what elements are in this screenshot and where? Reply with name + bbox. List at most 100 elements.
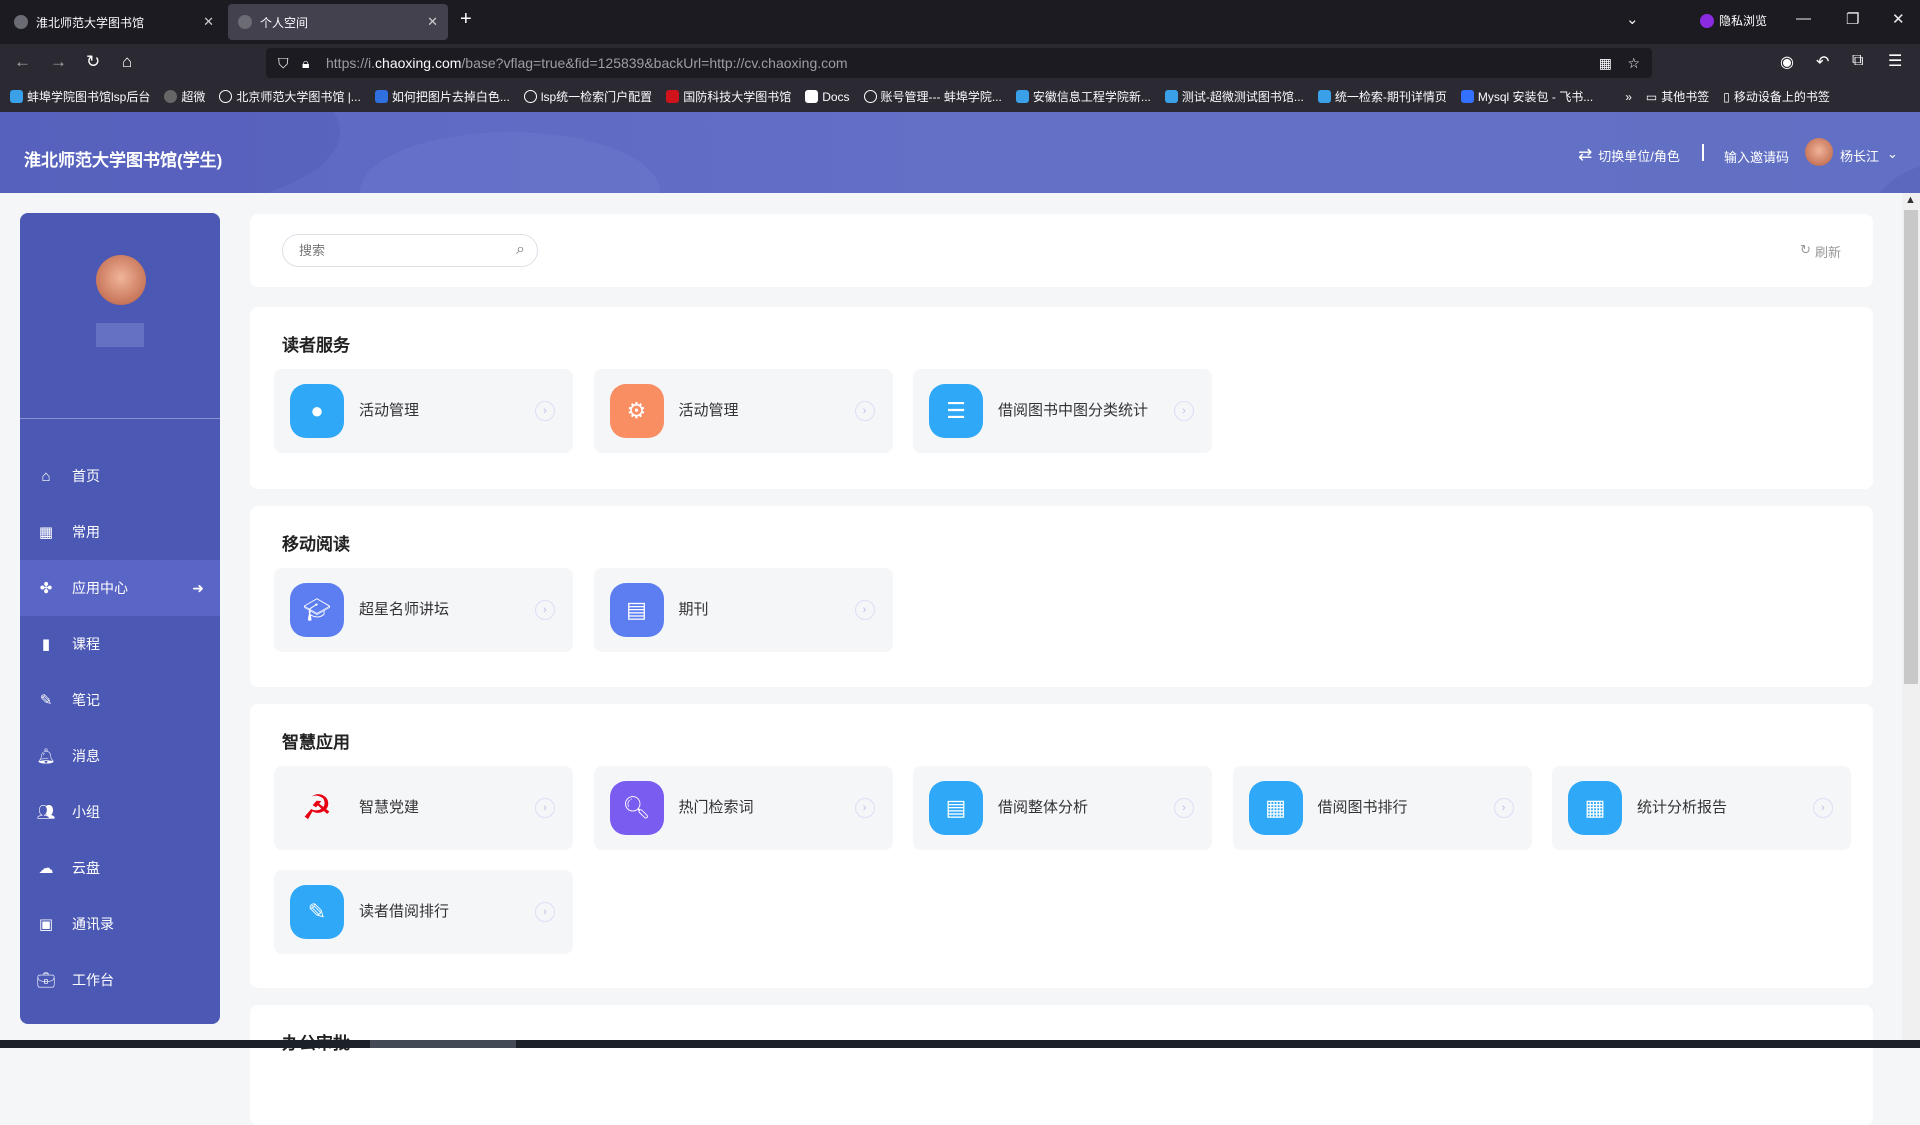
chevron-down-icon: ⌄ <box>1887 146 1898 161</box>
search-box[interactable]: ⌕ <box>282 234 538 267</box>
app-label: 活动管理 <box>359 402 420 419</box>
chevron-right-icon[interactable]: › <box>1493 798 1514 818</box>
switch-arrows-icon: ⇄ <box>1578 145 1593 164</box>
chevron-right-icon[interactable]: › <box>854 798 875 818</box>
reload-icon[interactable]: ↻ <box>86 52 100 72</box>
bookmark-star-icon[interactable]: ☆ <box>1627 55 1640 72</box>
other-bookmarks-label: 其他书签 <box>1661 90 1710 104</box>
bookmark-item[interactable]: 国防科技大学图书馆 <box>666 88 791 105</box>
scroll-up-icon[interactable]: ▲ <box>1905 194 1916 206</box>
chevron-right-icon[interactable]: › <box>1174 798 1194 818</box>
sidebar-item-2[interactable]: ✤ 应用中心 ➜ <box>20 560 220 616</box>
app-card[interactable]: ▤ 期刊 › <box>593 568 893 652</box>
invite-code-button[interactable]: 输入邀请码 <box>1724 147 1789 166</box>
bookmark-item[interactable]: 账号管理--- 蚌埠学院... <box>863 88 1002 105</box>
browser-tab[interactable]: 淮北师范大学图书馆 ✕ <box>4 4 224 40</box>
bookmark-label: 国防科技大学图书馆 <box>683 90 792 104</box>
bookmark-label: 蚌埠学院图书馆lsp后台 <box>27 90 151 104</box>
app-card[interactable]: 🎓︎ 超星名师讲坛 › <box>274 568 573 652</box>
cloud-upload-icon: ☁ <box>38 860 54 877</box>
close-tab-icon[interactable]: ✕ <box>203 14 214 30</box>
bookmark-item[interactable]: Mysql 安装包 - 飞书... <box>1460 88 1593 105</box>
sidebar-item-6[interactable]: 👥︎ 小组 <box>20 784 220 840</box>
globe-icon <box>523 90 537 103</box>
bookmark-item[interactable]: 统一检索-期刊详情页 <box>1317 88 1447 105</box>
app-icon: ⚙ <box>609 384 664 438</box>
forward-icon[interactable]: → <box>50 52 67 72</box>
browser-tab-active[interactable]: 个人空间 ✕ <box>228 4 448 40</box>
app-card[interactable]: ● 活动管理 › <box>274 369 573 453</box>
app-card[interactable]: ☰ 借阅图书中图分类统计 › <box>913 369 1212 453</box>
other-bookmarks[interactable]: ▭ 其他书签 <box>1646 88 1709 105</box>
bookmark-item[interactable]: 如何把图片去掉白色... <box>374 88 510 105</box>
app-card[interactable]: ▦ 统计分析报告 › <box>1552 766 1851 850</box>
bookmark-item[interactable]: 蚌埠学院图书馆lsp后台 <box>10 88 150 105</box>
bookmark-item[interactable]: 安徽信息工程学院新... <box>1015 88 1151 105</box>
chevron-right-icon[interactable]: › <box>1813 798 1833 818</box>
search-input[interactable] <box>299 243 499 258</box>
new-tab-button[interactable]: + <box>460 8 472 31</box>
bookmark-favicon-icon <box>666 90 680 103</box>
restore-button[interactable]: ❐ <box>1846 10 1859 28</box>
home-icon[interactable]: ⌂ <box>122 52 132 72</box>
user-avatar[interactable] <box>1805 138 1833 166</box>
chevron-right-icon[interactable]: › <box>1174 401 1194 421</box>
extensions-icon[interactable]: ⧉ <box>1852 52 1863 70</box>
sidebar-item-0[interactable]: ⌂ 首页 <box>20 448 220 504</box>
bookmark-item[interactable]: lsp统一检索门户配置 <box>523 88 652 105</box>
refresh-button[interactable]: ↻ 刷新 <box>1800 242 1841 261</box>
switch-role-button[interactable]: ⇄ 切换单位/角色 <box>1578 145 1680 165</box>
bookmark-favicon-icon <box>1015 90 1029 103</box>
tab-title: 淮北师范大学图书馆 <box>36 15 145 30</box>
sidebar-item-1[interactable]: ▦ 常用 <box>20 504 220 560</box>
close-tab-icon[interactable]: ✕ <box>427 14 438 30</box>
chevron-right-icon[interactable]: › <box>535 798 555 818</box>
undo-icon[interactable]: ↶ <box>1816 52 1829 72</box>
menu-icon[interactable]: ☰ <box>1888 51 1902 71</box>
chevron-right-icon[interactable]: › <box>535 600 555 620</box>
chevron-right-icon[interactable]: › <box>535 902 555 922</box>
docs-icon <box>805 90 819 103</box>
sidebar-item-7[interactable]: ☁ 云盘 <box>20 840 220 896</box>
bookmark-label: 统一检索-期刊详情页 <box>1334 90 1447 104</box>
sidebar-item-label: 笔记 <box>72 692 100 708</box>
app-icon: ▦ <box>1568 781 1622 835</box>
app-card[interactable]: ▤ 借阅整体分析 › <box>913 766 1212 850</box>
tab-list-chevron-icon[interactable]: ⌄ <box>1626 10 1639 28</box>
sidebar-item-5[interactable]: 🔔︎ 消息 <box>20 728 220 784</box>
mobile-bookmarks[interactable]: ▯ 移动设备上的书签 <box>1723 88 1830 105</box>
switch-role-label: 切换单位/角色 <box>1598 148 1680 164</box>
sidebar-item-9[interactable]: 💼︎ 工作台 <box>20 952 220 1008</box>
bookmark-item[interactable]: 测试-超微测试图书馆... <box>1164 88 1304 105</box>
bookmark-item[interactable]: 北京师范大学图书馆 |... <box>219 88 361 105</box>
chevron-right-icon[interactable]: › <box>535 401 555 421</box>
minimize-button[interactable]: — <box>1796 10 1811 27</box>
sidebar-item-4[interactable]: ✎ 笔记 <box>20 672 220 728</box>
bookmarks-overflow-button[interactable]: » <box>1625 90 1632 104</box>
sidebar-item-8[interactable]: ▣ 通讯录 <box>20 896 220 952</box>
chevron-right-icon[interactable]: › <box>854 600 875 620</box>
bookmark-label: 北京师范大学图书馆 |... <box>236 90 361 104</box>
app-card[interactable]: ✎ 读者借阅排行 › <box>274 870 573 954</box>
app-card[interactable]: ☭ 智慧党建 › <box>274 766 573 850</box>
qr-code-icon[interactable]: ▦ <box>1599 55 1612 72</box>
sidebar-avatar[interactable] <box>96 255 146 305</box>
app-card[interactable]: ▦ 借阅图书排行 › <box>1232 766 1532 850</box>
app-label: 期刊 <box>678 601 709 618</box>
sidebar-item-3[interactable]: ▮ 课程 <box>20 616 220 672</box>
url-bar[interactable]: ⛉ 🔒︎ https://i. chaoxing.com/base?vflag=t… <box>266 48 1652 78</box>
app-card[interactable]: ⚙ 活动管理 › <box>593 369 893 453</box>
bookmark-item[interactable]: 超微 <box>164 88 205 105</box>
account-icon[interactable]: ◉ <box>1780 52 1794 72</box>
scrollbar-thumb[interactable] <box>1904 210 1918 684</box>
bookmark-favicon-icon <box>10 90 23 103</box>
course-icon: ▮ <box>41 636 51 653</box>
app-card[interactable]: 🔍︎ 热门检索词 › <box>593 766 893 850</box>
user-menu[interactable]: 杨长江 ⌄ <box>1840 146 1898 165</box>
close-window-button[interactable]: ✕ <box>1892 10 1905 28</box>
search-icon[interactable]: ⌕ <box>516 241 525 259</box>
bookmark-favicon-icon <box>1164 90 1178 103</box>
bookmark-item[interactable]: Docs <box>805 90 850 104</box>
back-icon[interactable]: ← <box>14 52 31 72</box>
chevron-right-icon[interactable]: › <box>854 401 875 421</box>
